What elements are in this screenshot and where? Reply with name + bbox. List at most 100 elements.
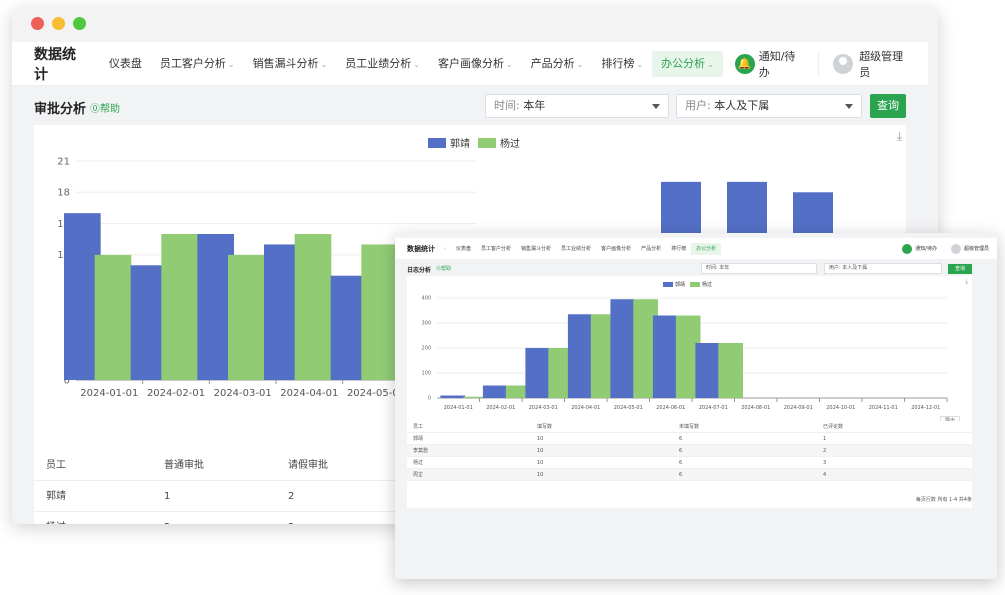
query-button[interactable]: 查询 — [870, 94, 906, 118]
caret-down-icon — [652, 104, 660, 109]
nav-item-dashboard[interactable]: 仪表盘 — [100, 51, 151, 77]
maximize-window-button[interactable] — [73, 17, 86, 30]
bar — [228, 254, 265, 380]
overlay-nav: 数据统计 ‹ 仪表盘 员工客户分析 销售漏斗分析 员工业绩分析 客户画像分析 产… — [395, 238, 997, 259]
table-row: 李莫愁 10 6 2 — [407, 445, 972, 457]
overlay-legend: 郭靖 杨过 — [663, 281, 712, 288]
y-tick-label: 400 — [421, 296, 431, 302]
nav-item-sales-funnel[interactable]: 销售漏斗分析 ⌄ — [244, 51, 337, 77]
y-tick-label: 100 — [421, 371, 431, 377]
overlay-nav-item[interactable]: 员工客户分析 — [476, 243, 516, 255]
table-header-row: 员工 填写数 未填写数 已评论数 — [407, 421, 972, 433]
chevron-down-icon: ⌄ — [636, 59, 644, 69]
avatar — [833, 53, 854, 74]
overlay-user-select[interactable]: 用户: 本人及下属 — [824, 263, 942, 274]
bar — [440, 395, 466, 398]
scroll-left-icon[interactable]: ‹ — [439, 243, 451, 255]
x-tick-label: 2024-12-01 — [911, 405, 940, 411]
chevron-down-icon: ⌄ — [227, 59, 235, 69]
nav-item-customer-profile[interactable]: 客户画像分析 ⌄ — [429, 51, 522, 77]
bar — [294, 234, 332, 380]
bell-icon: 🔔 — [734, 53, 755, 74]
legend-swatch-green — [690, 282, 701, 287]
nav-item-ranking[interactable]: 排行榜 ⌄ — [592, 51, 652, 77]
x-tick-label: 2024-10-01 — [826, 405, 855, 411]
x-tick-label: 2024-02-01 — [147, 388, 205, 399]
close-window-button[interactable] — [31, 17, 44, 30]
y-tick-label: 21 — [57, 156, 70, 167]
y-tick-label: 200 — [421, 346, 431, 352]
minimize-window-button[interactable] — [52, 17, 65, 30]
legend-swatch-green — [478, 137, 496, 148]
table-row: 杨过 10 6 3 — [407, 457, 972, 469]
chevron-down-icon: ⌄ — [505, 59, 513, 69]
x-tick-label: 2024-01-01 — [444, 405, 473, 411]
download-icon[interactable]: ⤓ — [897, 129, 902, 144]
download-icon[interactable]: ⤓ — [965, 278, 968, 286]
table-pager[interactable]: 每页行数 所有 1-4 共4条 — [395, 496, 972, 503]
help-icon: ⓪ — [90, 104, 100, 115]
bar — [718, 343, 743, 398]
bar — [567, 314, 593, 398]
chevron-down-icon: ⌄ — [413, 59, 420, 69]
overlay-help-link[interactable]: ⓪帮助 — [436, 265, 451, 272]
nav-item-office[interactable]: 办公分析 ⌄ — [652, 50, 723, 77]
overlay-nav-item[interactable]: 销售漏斗分析 — [516, 243, 556, 255]
bell-icon[interactable] — [902, 243, 913, 254]
caret-down-icon — [845, 104, 853, 109]
overlay-page-title: 日志分析 — [407, 267, 432, 274]
overlay-nav-item[interactable]: 员工业绩分析 — [556, 243, 596, 255]
y-tick-label: 0 — [428, 396, 431, 402]
legend-swatch-blue — [663, 282, 673, 287]
overlay-window: 数据统计 ‹ 仪表盘 员工客户分析 销售漏斗分析 员工业绩分析 客户画像分析 产… — [395, 233, 997, 579]
top-nav: 数据统计 仪表盘 员工客户分析 ⌄ 销售漏斗分析 ⌄ 员工业绩分析 ⌄ 客户画像分析 ⌄… — [12, 42, 928, 86]
x-tick-label: 2024-03-01 — [214, 388, 272, 399]
overlay-nav-item[interactable]: 仪表盘 — [451, 243, 476, 255]
x-tick-label: 2024-06-01 — [656, 405, 685, 411]
log-table: 员工 填写数 未填写数 已评论数 郭靖 10 6 1 李莫愁 10 6 2 杨过… — [407, 421, 972, 481]
y-tick-label: 300 — [421, 321, 431, 327]
x-tick-label: 2024-01-01 — [80, 388, 138, 399]
window-titlebar — [12, 8, 938, 40]
filter-bar: 审批分析 ⓪帮助 时间: 本年 用户: 本人及下属 查询 — [12, 88, 928, 128]
overlay-nav-item-office[interactable]: 办公分析 — [691, 242, 722, 255]
x-tick-label: 2024-09-01 — [784, 405, 813, 411]
table-row: 郭靖 10 6 1 — [407, 433, 972, 445]
bar — [610, 299, 636, 398]
overlay-query-button[interactable]: 查询 — [948, 264, 972, 274]
overlay-bar-chart: 0 100 200 300 400 2024-01-01 2024-02-01 2024-03… — [421, 296, 948, 411]
overlay-nav-item[interactable]: 客户画像分析 — [596, 243, 636, 255]
overlay-nav-item[interactable]: 排行榜 — [666, 243, 691, 255]
notify-button[interactable]: 🔔 通知/待办 — [723, 50, 820, 79]
overlay-time-select[interactable]: 时间: 本年 — [701, 263, 817, 274]
x-tick-label: 2024-04-01 — [571, 405, 600, 411]
x-tick-label: 2024-03-01 — [529, 405, 558, 411]
overlay-nav-right: 通知/待办 超级管理员 — [896, 243, 997, 254]
table-header: 普通审批 — [164, 460, 204, 471]
chevron-down-icon: ⌄ — [576, 59, 584, 69]
user-menu[interactable]: 超级管理员 — [819, 48, 928, 80]
nav-item-product[interactable]: 产品分析 ⌄ — [522, 51, 593, 77]
user-select[interactable]: 用户: 本人及下属 — [676, 94, 862, 118]
brand-title: 数据统计 — [34, 46, 76, 83]
nav-item-employee-performance[interactable]: 员工业绩分析 ⌄ — [336, 51, 429, 77]
help-link[interactable]: ⓪帮助 — [90, 100, 120, 115]
legend-swatch-blue — [428, 137, 446, 148]
bar — [652, 315, 678, 398]
bar — [94, 254, 132, 380]
overlay-nav-item[interactable]: 产品分析 — [636, 243, 666, 255]
avatar[interactable] — [950, 243, 961, 254]
x-tick-label: 2024-04-01 — [280, 388, 338, 399]
chart-legend: 郭靖 杨过 — [428, 135, 520, 150]
bar — [361, 244, 398, 380]
table-row: 周芷 10 6 4 — [407, 469, 972, 481]
chevron-down-icon: ⌄ — [707, 59, 714, 69]
x-tick-label: 2024-11-01 — [869, 405, 898, 411]
bar — [525, 348, 551, 398]
x-tick-label: 2024-05-01 — [614, 405, 643, 411]
bar — [482, 385, 508, 398]
nav-item-employee-customer[interactable]: 员工客户分析 ⌄ — [151, 51, 244, 77]
bar — [695, 343, 721, 398]
time-select[interactable]: 时间: 本年 — [485, 94, 669, 118]
table-header: 请假审批 — [288, 460, 328, 471]
